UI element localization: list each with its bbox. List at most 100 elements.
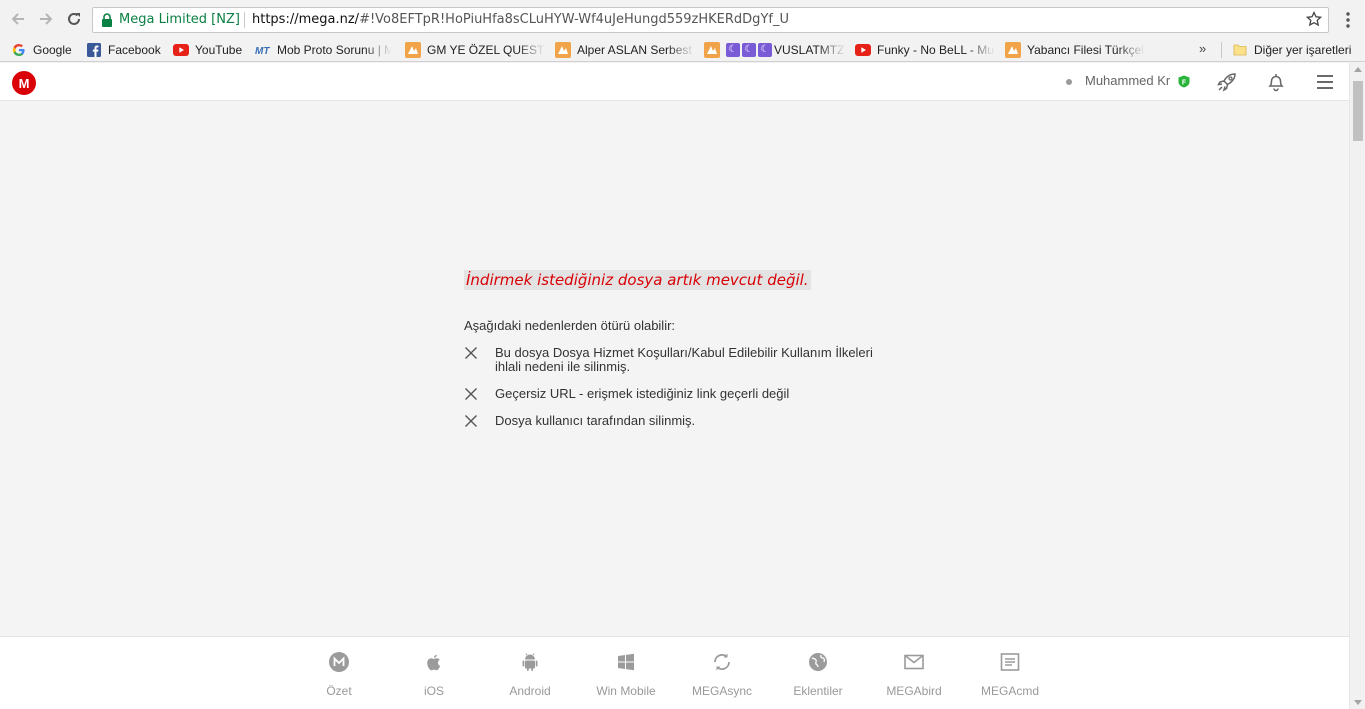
footer-label: MEGAsync — [691, 684, 752, 698]
address-bar[interactable]: Mega Limited [NZ] https://mega.nz/#!Vo8E… — [92, 7, 1329, 33]
scroll-down-icon[interactable] — [1354, 700, 1362, 705]
bookmark-mob-proto[interactable]: MT Mob Proto Sorunu | M — [255, 41, 392, 59]
bookmark-google[interactable]: Google — [11, 41, 77, 59]
page-scrollbar[interactable] — [1349, 63, 1365, 709]
footer-link-win-mobile[interactable]: Win Mobile — [581, 651, 671, 698]
site-icon — [1005, 42, 1021, 58]
bell-icon[interactable] — [1265, 71, 1287, 93]
youtube-icon — [173, 42, 189, 58]
mail-icon — [904, 654, 924, 670]
forward-button[interactable] — [36, 9, 56, 29]
bookmarks-bar: Google Facebook YouTube MT Mob Proto Sor… — [0, 38, 1365, 62]
reason-text: Geçersiz URL - erişmek istediğiniz link … — [495, 386, 790, 401]
mt-icon: MT — [255, 42, 271, 58]
rocket-icon[interactable] — [1216, 71, 1238, 93]
url-host: https://mega.nz/ — [252, 12, 360, 27]
footer-link-eklentiler[interactable]: Eklentiler — [773, 651, 863, 698]
arrow-right-icon — [40, 13, 53, 25]
android-icon — [522, 653, 538, 671]
reload-button[interactable] — [64, 9, 84, 29]
footer-label: MEGAcmd — [980, 684, 1039, 698]
reload-icon — [68, 12, 80, 25]
footer-label: Özet — [326, 684, 352, 698]
other-bookmarks-folder[interactable]: Diğer yer işaretleri — [1232, 41, 1360, 59]
bookmarks-separator — [1221, 42, 1222, 58]
footer-label: Win Mobile — [596, 684, 656, 698]
footer-link-ios[interactable]: iOS — [389, 651, 479, 698]
bookmark-label: GM YE ÖZEL QUEST | — [427, 43, 545, 57]
terminal-icon — [1000, 653, 1020, 671]
bookmark-label: Mob Proto Sorunu | M — [277, 43, 392, 57]
footer-link-megasync[interactable]: MEGAsync — [677, 651, 767, 698]
mega-logo[interactable]: M — [12, 71, 36, 95]
close-x-icon — [465, 388, 477, 400]
bookmark-label: Funky - No BeLL - Mu — [877, 43, 994, 57]
close-x-icon — [465, 415, 477, 427]
username[interactable]: Muhammed Kr — [1085, 73, 1170, 88]
footer-link-android[interactable]: Android — [485, 651, 575, 698]
browser-toolbar: Mega Limited [NZ] https://mega.nz/#!Vo8E… — [0, 0, 1365, 38]
mega-icon — [329, 652, 349, 672]
bookmark-label: Yabancı Filesi Türkçele — [1027, 43, 1145, 57]
bookmark-gm-quest[interactable]: GM YE ÖZEL QUEST | — [405, 41, 545, 59]
status-dot — [1066, 79, 1072, 85]
moon-badge-icon: ☾ — [726, 43, 740, 57]
moon-badge-icon: ☾ — [742, 43, 756, 57]
browser-menu-icon[interactable] — [1340, 10, 1356, 30]
moon-badge-icon: ☾ — [758, 43, 772, 57]
hamburger-menu-icon[interactable] — [1314, 71, 1336, 93]
reason-item: Geçersiz URL - erişmek istediğiniz link … — [464, 387, 894, 401]
reason-item: Bu dosya Dosya Hizmet Koşulları/Kabul Ed… — [464, 346, 894, 374]
close-x-icon — [465, 347, 477, 359]
bookmark-label: Alper ASLAN Serbest — [577, 43, 692, 57]
folder-icon — [1232, 42, 1248, 58]
lock-icon — [102, 13, 112, 27]
footer-link-megacmd[interactable]: MEGAcmd — [965, 651, 1055, 698]
reasons-intro: Aşağıdaki nedenlerden ötürü olabilir: — [464, 318, 676, 333]
youtube-icon — [855, 42, 871, 58]
footer-label: Android — [509, 684, 551, 698]
error-title: İndirmek istediğiniz dosya artık mevcut … — [464, 270, 811, 290]
footer-label: iOS — [423, 684, 444, 698]
error-panel: İndirmek istediğiniz dosya artık mevcut … — [464, 270, 894, 428]
site-icon — [405, 42, 421, 58]
footer-link-ozet[interactable]: Özet — [294, 651, 384, 698]
site-icon — [555, 42, 571, 58]
reason-item: Dosya kullanıcı tarafından silinmiş. — [464, 414, 894, 428]
bookmark-label: YouTube — [195, 43, 243, 57]
bookmark-funky[interactable]: Funky - No BeLL - Mu — [855, 41, 995, 59]
reason-text: Bu dosya Dosya Hizmet Koşulları/Kabul Ed… — [495, 345, 873, 374]
bookmark-yabanci-filesi[interactable]: Yabancı Filesi Türkçele — [1005, 41, 1145, 59]
bookmark-label: Facebook — [108, 43, 161, 57]
mega-footer: Özet iOS Android Win Mobile MEGAsync Ekl… — [0, 636, 1349, 709]
url-text[interactable]: https://mega.nz/#!Vo8EFTpR!HoPiuHfa8sCLu… — [252, 8, 789, 32]
free-account-badge-icon: F — [1178, 75, 1190, 88]
arrow-left-icon — [11, 13, 24, 25]
bookmark-youtube[interactable]: YouTube — [173, 41, 247, 59]
bookmark-vuslatmtz[interactable]: ☾ ☾ ☾ VUSLATMTZ — [704, 41, 846, 59]
footer-link-megabird[interactable]: MEGAbird — [869, 651, 959, 698]
reason-text: Dosya kullanıcı tarafından silinmiş. — [495, 413, 696, 428]
mega-topbar: M Muhammed Kr F — [0, 63, 1349, 101]
bookmark-facebook[interactable]: Facebook — [86, 41, 164, 59]
apple-icon — [427, 654, 441, 671]
scroll-thumb[interactable] — [1353, 81, 1363, 141]
windows-icon — [618, 653, 634, 671]
scroll-up-icon[interactable] — [1354, 67, 1362, 72]
footer-label: MEGAbird — [886, 684, 942, 698]
bookmark-label: Google — [33, 43, 72, 57]
svg-text:MT: MT — [255, 46, 270, 56]
site-icon — [704, 42, 720, 58]
free-badge-label: F — [1182, 79, 1187, 86]
bookmark-star-icon[interactable] — [1306, 11, 1322, 27]
back-button[interactable] — [8, 9, 28, 29]
security-label[interactable]: Mega Limited [NZ] — [119, 8, 240, 32]
url-path: #!Vo8EFTpR!HoPiuHfa8sCLuHYW-Wf4uJeHungd5… — [359, 12, 789, 27]
bookmark-label: VUSLATMTZ — [774, 43, 845, 57]
more-bookmarks-button[interactable]: » — [1199, 41, 1206, 56]
mega-page: M Muhammed Kr F İndirmek istediğiniz dos… — [0, 63, 1349, 709]
footer-label: Eklentiler — [793, 684, 843, 698]
google-icon — [11, 42, 27, 58]
facebook-icon — [86, 42, 102, 58]
bookmark-alper-aslan[interactable]: Alper ASLAN Serbest — [555, 41, 695, 59]
